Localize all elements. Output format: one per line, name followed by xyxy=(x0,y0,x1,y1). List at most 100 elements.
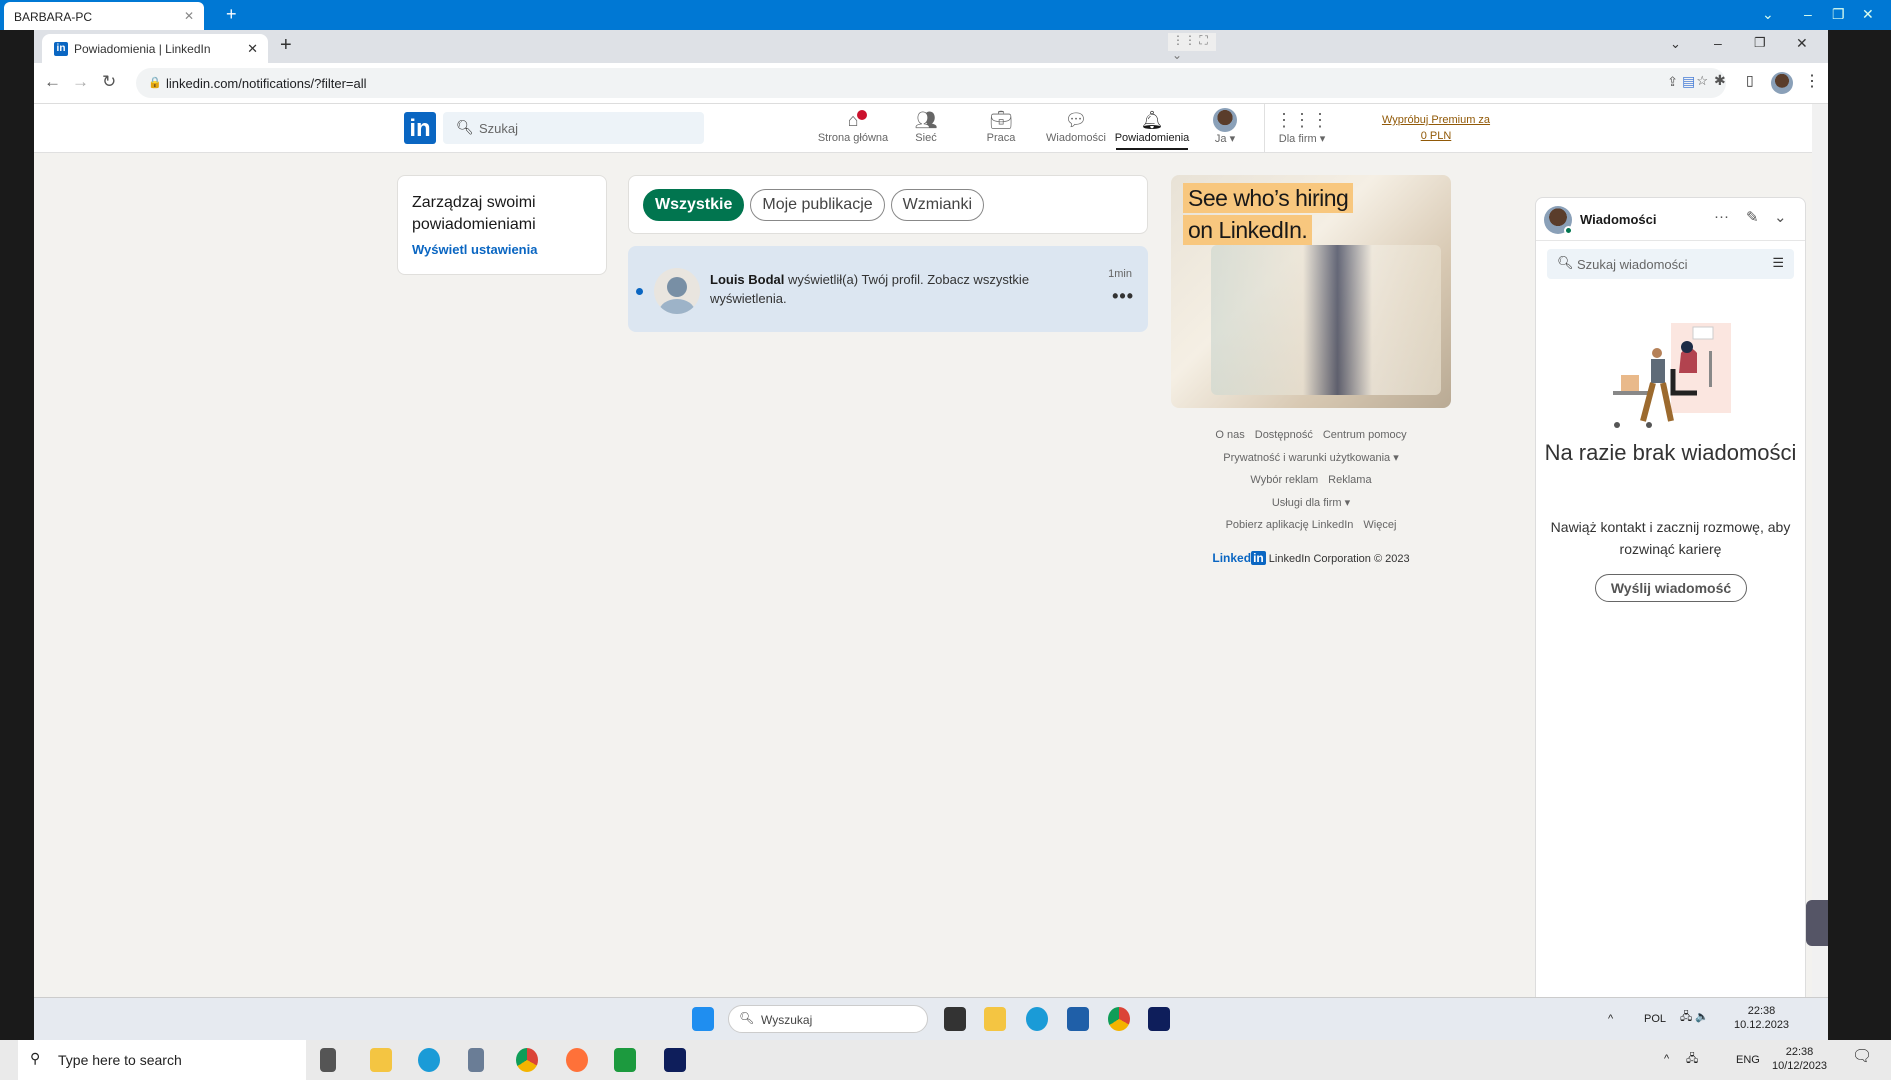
network-volume-icon[interactable]: 🖧 🔈 xyxy=(1680,1010,1709,1024)
minimize-icon[interactable]: – xyxy=(1804,6,1812,22)
chevron-down-icon[interactable]: ⌄ xyxy=(1774,208,1787,226)
minimize-icon[interactable]: – xyxy=(1714,35,1722,51)
notification-center-icon[interactable]: 🗨 xyxy=(1852,1049,1872,1065)
linkedin-logo[interactable]: in xyxy=(404,112,436,144)
close-icon[interactable]: ✕ xyxy=(1862,6,1874,23)
footer-link[interactable]: Pobierz aplikację LinkedIn xyxy=(1226,519,1354,531)
restore-icon[interactable]: ❐ xyxy=(1754,35,1766,51)
address-bar: ← → ↻ 🔒 linkedin.com/notifications/?filte… xyxy=(34,63,1828,104)
side-panel-icon[interactable]: ▯ xyxy=(1746,72,1754,89)
remote-search-box[interactable]: 🔍︎ Wyszukaj xyxy=(728,1005,928,1033)
time: 22:38 xyxy=(1785,1046,1814,1058)
tray-chevron-icon[interactable]: ^ xyxy=(1608,1012,1613,1026)
language-indicator[interactable]: ENG xyxy=(1736,1053,1760,1067)
profile-avatar[interactable] xyxy=(1771,72,1793,94)
nav-network[interactable]: 👥︎ Sieć xyxy=(888,108,964,144)
chevron-down-icon[interactable]: ⌄ xyxy=(1670,36,1681,52)
back-icon[interactable]: ← xyxy=(44,72,61,92)
file-explorer-icon[interactable] xyxy=(370,1048,392,1072)
windows-start-icon[interactable] xyxy=(692,1007,714,1031)
reload-icon[interactable]: ↻ xyxy=(102,72,116,92)
send-message-button[interactable]: Wyślij wiadomość xyxy=(1595,574,1747,602)
store-icon[interactable] xyxy=(1067,1007,1089,1031)
plus-icon[interactable]: + xyxy=(226,4,237,25)
local-clock[interactable]: 22:38 10/12/2023 xyxy=(1772,1045,1827,1073)
new-tab-icon[interactable]: + xyxy=(280,34,292,57)
browser-window: in Powiadomienia | LinkedIn ✕ + ⋮⋮ ⛶ ⌄ ⌄ –… xyxy=(34,30,1828,997)
page-scrollbar[interactable] xyxy=(1812,104,1828,997)
lock-icon: 🔒 xyxy=(148,77,162,89)
message-search-input[interactable]: 🔍︎ Szukaj wiadomości ☰ xyxy=(1547,249,1794,279)
nav-for-business[interactable]: ⋮⋮⋮ Dla firm ▾ xyxy=(1264,108,1340,145)
premium-link[interactable]: Wypróbuj Premium za 0 PLN xyxy=(1380,112,1492,144)
restore-icon[interactable]: ❐ xyxy=(1832,6,1845,23)
bell-icon: 🔔︎ xyxy=(1140,110,1164,130)
puzzle-icon[interactable]: ✱ xyxy=(1714,72,1726,89)
filter-mentions[interactable]: Wzmianki xyxy=(890,189,984,221)
footer-link[interactable]: Dostępność xyxy=(1255,429,1313,441)
tray-chevron-icon[interactable]: ^ xyxy=(1664,1052,1669,1066)
notification-item[interactable]: Louis Bodal wyświetlił(a) Twój profil. Z… xyxy=(628,246,1148,332)
compose-icon[interactable]: ✎ xyxy=(1746,208,1759,226)
teamviewer-icon[interactable] xyxy=(1148,1007,1170,1031)
date: 10/12/2023 xyxy=(1772,1060,1828,1072)
footer-link[interactable]: Centrum pomocy xyxy=(1323,429,1407,441)
footer-link[interactable]: Wybór reklam xyxy=(1250,474,1318,486)
nav-label: Praca xyxy=(986,132,1016,144)
nav-label: Dla firm ▾ xyxy=(1278,133,1326,145)
local-search-box[interactable]: ⚲ Type here to search xyxy=(18,1040,306,1080)
share-icon[interactable]: ⇪ xyxy=(1667,74,1678,90)
hiring-ad[interactable]: See who’s hiring on LinkedIn. xyxy=(1171,175,1451,408)
more-options-icon[interactable]: ··· xyxy=(1714,208,1729,225)
file-explorer-icon[interactable] xyxy=(984,1007,1006,1031)
filter-icon[interactable]: ☰ xyxy=(1772,255,1784,271)
avatar[interactable] xyxy=(654,268,700,314)
close-icon[interactable]: ✕ xyxy=(184,9,194,23)
remote-session-handle-icon[interactable] xyxy=(1806,900,1828,946)
nav-messaging[interactable]: 💬︎ Wiadomości xyxy=(1038,108,1114,144)
chrome-icon[interactable] xyxy=(1108,1007,1130,1031)
search-input[interactable]: 🔍︎ Szukaj xyxy=(443,112,704,144)
notification-name[interactable]: Louis Bodal xyxy=(710,272,784,287)
nav-home[interactable]: ⌂ Strona główna xyxy=(815,108,891,144)
filter-all[interactable]: Wszystkie xyxy=(643,189,745,221)
footer-link[interactable]: Reklama xyxy=(1328,474,1371,486)
remote-clock[interactable]: 22:38 10.12.2023 xyxy=(1734,1004,1789,1032)
footer-link[interactable]: Usługi dla firm ▾ xyxy=(1272,497,1350,509)
menu-icon[interactable]: ⋮ xyxy=(1804,71,1820,91)
messaging-header[interactable]: Wiadomości ··· ✎ ⌄ xyxy=(1536,198,1805,241)
close-icon[interactable]: ✕ xyxy=(247,41,258,57)
footer-link[interactable]: Więcej xyxy=(1363,519,1396,531)
nav-label: Wiadomości xyxy=(1046,132,1106,144)
forward-icon[interactable]: → xyxy=(72,72,89,92)
chrome-icon[interactable] xyxy=(516,1048,538,1072)
edge-icon[interactable] xyxy=(418,1048,440,1072)
close-icon[interactable]: ✕ xyxy=(1796,35,1808,52)
card-title: Zarządzaj swoimi powiadomieniami xyxy=(412,194,536,233)
footer-link[interactable]: O nas xyxy=(1215,429,1244,441)
calculator-icon[interactable] xyxy=(468,1048,484,1072)
footer-link[interactable]: Prywatność i warunki użytkowania ▾ xyxy=(1223,452,1398,464)
nav-notifications[interactable]: 🔔︎ Powiadomienia xyxy=(1114,108,1190,150)
nav-me[interactable]: Ja ▾ xyxy=(1187,108,1263,145)
language-indicator[interactable]: POL xyxy=(1644,1012,1666,1026)
network-icon[interactable]: 🖧 xyxy=(1686,1052,1698,1066)
remote-toolbar-icon[interactable]: ⋮⋮ ⛶ ⌄ xyxy=(1168,33,1216,62)
filter-my-posts[interactable]: Moje publikacje xyxy=(750,189,885,221)
view-settings-link[interactable]: Wyświetl ustawienia xyxy=(412,242,592,257)
chevron-down-icon[interactable]: ⌄ xyxy=(1762,6,1774,23)
task-view-icon[interactable] xyxy=(944,1007,966,1031)
nav-label: Powiadomienia xyxy=(1114,132,1190,144)
security-app-icon[interactable] xyxy=(614,1048,636,1072)
teamviewer-icon[interactable] xyxy=(664,1048,686,1072)
extension-icon[interactable]: ▤ xyxy=(1682,73,1695,90)
browser-tab[interactable]: in Powiadomienia | LinkedIn ✕ xyxy=(42,34,268,63)
firefox-icon[interactable] xyxy=(566,1048,588,1072)
task-view-icon[interactable] xyxy=(320,1048,336,1072)
nav-jobs[interactable]: 💼︎ Praca xyxy=(963,108,1039,144)
star-icon[interactable]: ☆ xyxy=(1696,73,1708,89)
more-options-icon[interactable]: ••• xyxy=(1112,286,1134,307)
remote-tab[interactable]: BARBARA-PC ✕ xyxy=(4,2,204,30)
url-input[interactable]: 🔒 linkedin.com/notifications/?filter=all … xyxy=(136,68,1726,98)
edge-icon[interactable] xyxy=(1026,1007,1048,1031)
